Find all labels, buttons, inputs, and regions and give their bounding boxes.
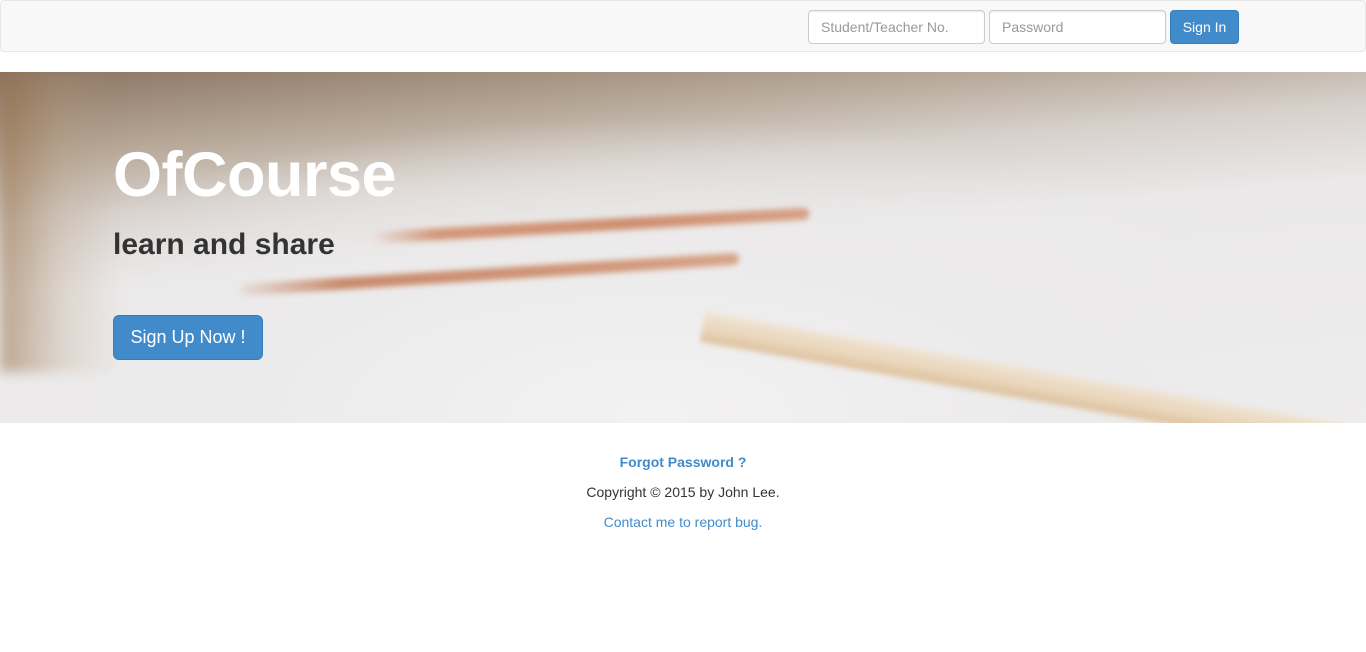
login-form: Sign In <box>808 10 1239 44</box>
contact-report-bug-link[interactable]: Contact me to report bug. <box>0 514 1366 530</box>
hero-banner: OfCourse learn and share Sign Up Now ! <box>0 72 1366 423</box>
hero-subtitle: learn and share <box>113 228 335 261</box>
sign-in-button[interactable]: Sign In <box>1170 10 1239 44</box>
hero-background-shade <box>0 72 120 372</box>
ruler-image-decoration <box>699 312 1366 423</box>
top-navbar: Sign In <box>0 0 1366 52</box>
hero-title: OfCourse <box>113 140 397 210</box>
password-input[interactable] <box>989 10 1166 44</box>
student-teacher-number-input[interactable] <box>808 10 985 44</box>
forgot-password-link[interactable]: Forgot Password ? <box>0 454 1366 470</box>
copyright-text: Copyright © 2015 by John Lee. <box>586 484 780 500</box>
pencil-image-decoration <box>369 207 810 244</box>
sign-up-now-button[interactable]: Sign Up Now ! <box>113 315 263 360</box>
